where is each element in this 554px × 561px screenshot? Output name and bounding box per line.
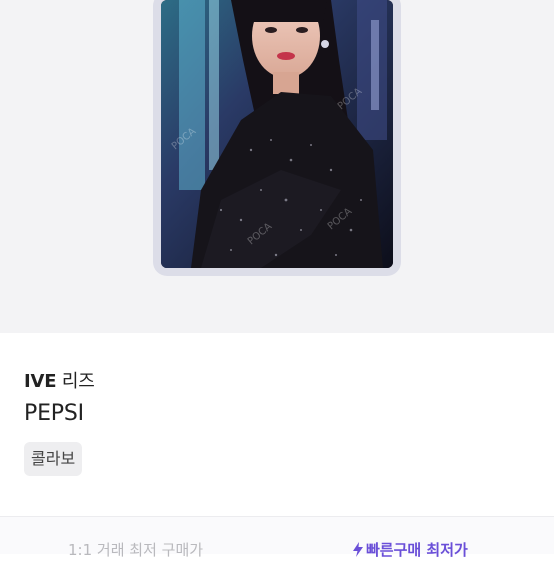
direct-trade-label: 1:1 거래 최저 구매가 xyxy=(68,541,204,559)
product-image-area: POCA POCA POCA POCA xyxy=(0,0,554,333)
product-title: PEPSI xyxy=(24,401,84,426)
artist-line: IVE 리즈 xyxy=(24,367,95,393)
lightning-icon xyxy=(352,542,364,557)
member-name: 리즈 xyxy=(61,371,95,392)
direct-trade-price-tab[interactable]: 1:1 거래 최저 구매가 xyxy=(68,539,203,560)
product-info: IVE 리즈 PEPSI 콜라보 1:1 거래 최저 구매가 빠른구매 최저가 xyxy=(0,333,554,559)
category-tag[interactable]: 콜라보 xyxy=(24,442,83,476)
price-tabs: 1:1 거래 최저 구매가 빠른구매 최저가 xyxy=(0,517,554,559)
group-name: IVE xyxy=(24,371,57,392)
photocard-frame[interactable]: POCA POCA POCA POCA xyxy=(153,0,401,276)
quick-buy-label: 빠른구매 최저가 xyxy=(366,541,468,559)
photocard-image: POCA POCA POCA POCA xyxy=(161,0,393,268)
quick-buy-price-tab[interactable]: 빠른구매 최저가 xyxy=(352,539,468,560)
